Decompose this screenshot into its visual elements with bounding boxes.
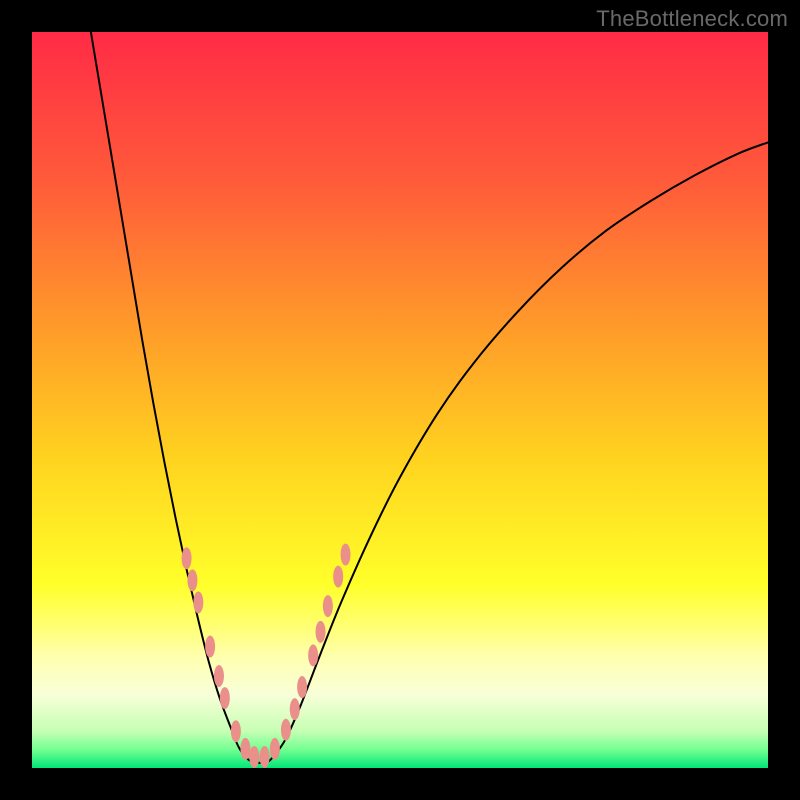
marker-4	[214, 665, 224, 687]
chart-background	[32, 32, 768, 768]
marker-15	[316, 621, 326, 643]
marker-1	[187, 569, 197, 591]
marker-5	[220, 687, 230, 709]
watermark-text: TheBottleneck.com	[596, 6, 788, 32]
outer-frame: TheBottleneck.com	[0, 0, 800, 800]
marker-13	[297, 676, 307, 698]
marker-9	[260, 746, 270, 768]
chart-plot-area	[32, 32, 768, 768]
marker-2	[193, 591, 203, 613]
marker-10	[270, 738, 280, 760]
marker-11	[281, 719, 291, 741]
marker-14	[308, 644, 318, 666]
marker-17	[333, 566, 343, 588]
marker-12	[290, 698, 300, 720]
marker-0	[182, 547, 192, 569]
chart-svg	[32, 32, 768, 768]
marker-7	[240, 738, 250, 760]
marker-6	[231, 720, 241, 742]
marker-8	[249, 746, 259, 768]
marker-3	[205, 636, 215, 658]
marker-18	[341, 544, 351, 566]
marker-16	[323, 595, 333, 617]
